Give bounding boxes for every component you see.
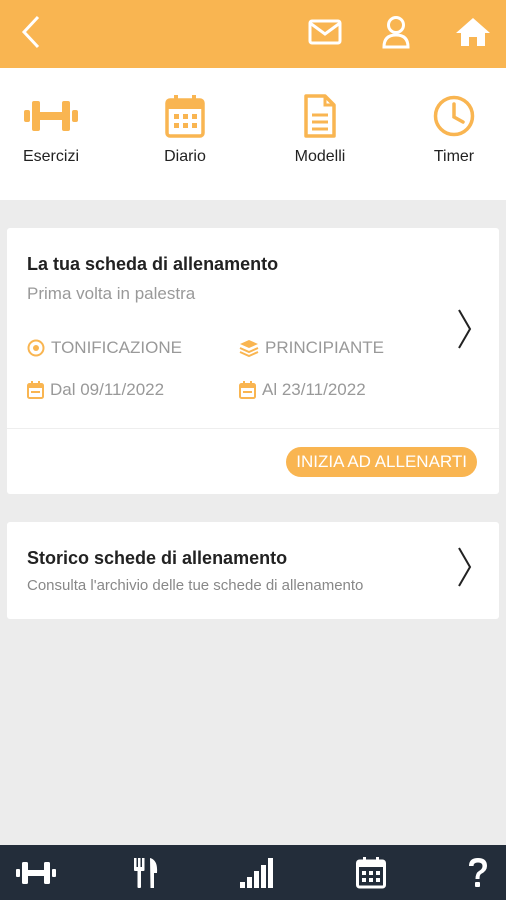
chevron-right-icon[interactable] (457, 308, 473, 355)
history-subtitle: Consulta l'archivio delle tue schede di … (27, 577, 364, 594)
plan-end-date-label: Al 23/11/2022 (262, 380, 366, 399)
current-plan-subtitle: Prima volta in palestra (27, 284, 196, 303)
quick-nav: Esercizi Diario Modelli Timer (0, 68, 506, 200)
quick-nav-label: Esercizi (22, 148, 79, 165)
document-icon (275, 90, 365, 142)
mail-icon[interactable] (305, 12, 345, 52)
calendar-icon (239, 381, 256, 399)
plan-level-label: PRINCIPIANTE (265, 338, 385, 357)
quick-nav-label: Modelli (294, 148, 346, 165)
calendar-icon (27, 381, 44, 399)
home-icon[interactable] (451, 12, 495, 52)
quick-nav-modelli[interactable]: Modelli (275, 90, 365, 166)
dumbbell-icon (6, 90, 96, 142)
plan-start-date: Dal 09/11/2022 (27, 380, 164, 400)
clock-icon (409, 90, 499, 142)
plan-level: PRINCIPIANTE (239, 338, 384, 358)
history-title: Storico schede di allenamento (27, 548, 288, 568)
current-plan-title: La tua scheda di allenamento (27, 254, 279, 274)
top-bar (0, 0, 506, 68)
user-icon[interactable] (376, 12, 416, 52)
signal-bars-icon[interactable] (230, 845, 286, 900)
calendar-icon (140, 90, 230, 142)
quick-nav-diario[interactable]: Diario (140, 90, 230, 166)
quick-nav-esercizi[interactable]: Esercizi (6, 90, 96, 166)
plan-goal-label: TONIFICAZIONE (51, 338, 182, 357)
start-training-button[interactable]: INIZIA AD ALLENARTI (286, 447, 477, 477)
history-card[interactable]: Storico schede di allenamento Consulta l… (7, 522, 499, 619)
bottom-nav (0, 845, 506, 900)
calendar-icon[interactable] (343, 845, 399, 900)
plan-start-date-label: Dal 09/11/2022 (50, 380, 165, 399)
chevron-right-icon[interactable] (457, 546, 473, 593)
dumbbell-icon[interactable] (8, 845, 64, 900)
quick-nav-label: Timer (433, 148, 475, 165)
quick-nav-timer[interactable]: Timer (409, 90, 499, 166)
target-icon (27, 339, 45, 357)
back-arrow-icon[interactable] (14, 12, 48, 52)
plan-goal: TONIFICAZIONE (27, 338, 182, 358)
current-plan-card[interactable]: La tua scheda di allenamento Prima volta… (7, 228, 499, 494)
quick-nav-label: Diario (164, 148, 206, 165)
divider (7, 428, 499, 429)
fork-knife-icon[interactable] (118, 845, 174, 900)
layers-icon (239, 339, 259, 357)
plan-end-date: Al 23/11/2022 (239, 380, 366, 400)
help-icon[interactable] (450, 845, 506, 900)
